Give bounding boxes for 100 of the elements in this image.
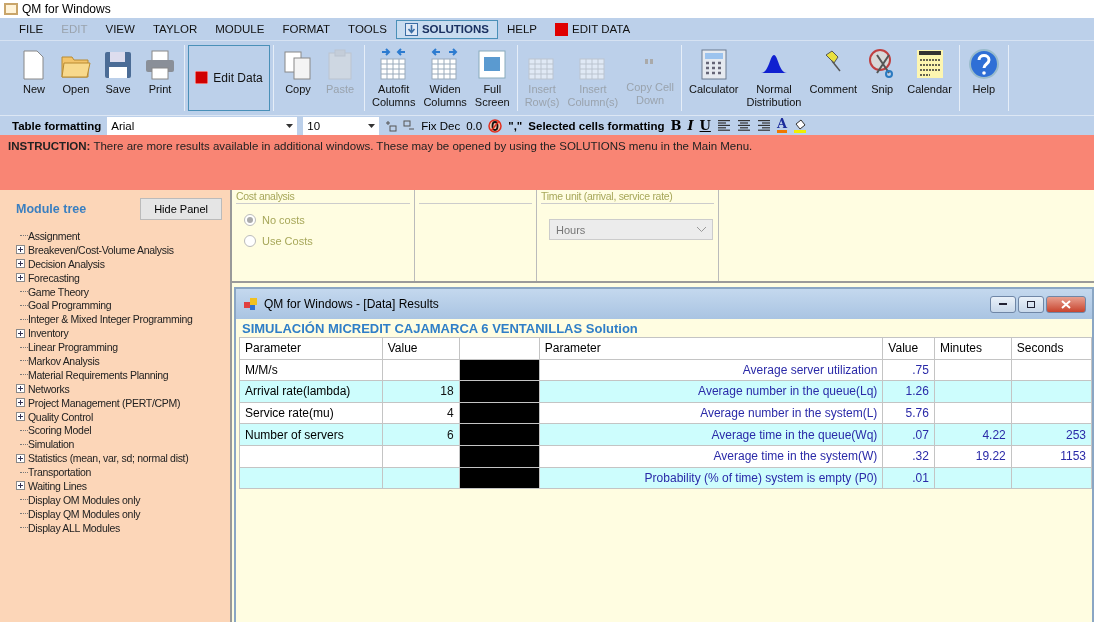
column-header: Value xyxy=(882,337,935,360)
radio-label: No costs xyxy=(262,213,305,226)
expand-icon xyxy=(16,453,25,463)
tree-item[interactable]: Material Requirements Planning xyxy=(28,368,169,381)
toolbar-button[interactable]: Open xyxy=(55,45,97,111)
tree-item[interactable]: Display ALL Modules xyxy=(28,521,120,534)
tree-item[interactable]: Quality Control xyxy=(28,410,93,423)
table-cell: Average server utilization xyxy=(539,359,883,381)
radio-label: Use Costs xyxy=(262,234,313,247)
toolbar-button[interactable]: "," xyxy=(508,119,523,132)
arrow-down-icon xyxy=(404,22,418,36)
toolbar-button[interactable]: Normal Distribution xyxy=(742,45,806,111)
window-title: QM for Windows xyxy=(22,2,111,16)
tree-item[interactable]: Inventory xyxy=(28,327,69,340)
toolbar-button[interactable]: Autofit Columns xyxy=(368,45,420,111)
close-button[interactable] xyxy=(1046,295,1086,313)
table-cell: M/M/s xyxy=(239,359,383,381)
tree-item[interactable]: Markov Analysis xyxy=(28,354,100,367)
tree-item[interactable]: Forecasting xyxy=(28,271,80,284)
toolbar-button[interactable]: Print xyxy=(139,45,181,111)
toolbar-button[interactable]: New xyxy=(13,45,55,111)
column-header: Minutes xyxy=(934,337,1012,360)
menu-item[interactable]: VIEW xyxy=(96,20,144,38)
tree-item[interactable]: Display QM Modules only xyxy=(28,507,141,520)
toolbar-label: Selected cells formatting xyxy=(528,119,665,132)
expand-icon xyxy=(16,384,25,394)
quote-icon xyxy=(645,59,656,65)
tree-item[interactable]: Assignment xyxy=(28,229,80,242)
toolbar-button[interactable]: Widen Columns xyxy=(419,45,471,111)
increase-decimal-icon xyxy=(385,119,398,132)
tree-item[interactable]: Display OM Modules only xyxy=(28,493,141,506)
instruction-text: INSTRUCTION: There are more results available in additional windows. These may be opened by using the SOLUTIONS menu in the Main Menu. xyxy=(0,135,1094,190)
restore-icon xyxy=(1027,300,1035,308)
table-cell: Average number in the queue(Lq) xyxy=(539,380,883,403)
toolbar-button[interactable]: Help xyxy=(962,45,1005,111)
toolbar-button[interactable]: Copy xyxy=(277,45,319,111)
chevron-icon xyxy=(697,227,706,232)
tree-item[interactable]: Breakeven/Cost-Volume Analysis xyxy=(28,243,174,256)
toolbar-label: Table formatting xyxy=(12,119,102,132)
decrease-decimal-icon xyxy=(403,119,416,132)
square-icon xyxy=(555,22,569,36)
menu-item[interactable]: TAYLOR xyxy=(143,20,207,38)
caret-icon xyxy=(286,123,294,128)
hide-panel-button[interactable]: Hide Panel xyxy=(140,198,222,220)
toolbar-button[interactable]: Calendar xyxy=(903,45,956,111)
restore-button[interactable] xyxy=(1018,295,1044,313)
table-cell: Average number in the system(L) xyxy=(539,402,883,424)
app-icon xyxy=(244,298,258,310)
toolbar-button[interactable]: Calculator xyxy=(684,45,743,111)
tree-item[interactable]: Waiting Lines xyxy=(28,479,87,492)
menu-item[interactable]: EDIT DATA xyxy=(546,19,640,39)
menu-item[interactable]: SOLUTIONS xyxy=(395,19,498,39)
toolbar-button[interactable]: Comment xyxy=(805,45,862,111)
tree-item[interactable]: Goal Programming xyxy=(28,299,112,312)
underline-button[interactable]: U xyxy=(699,118,711,133)
toolbar-button[interactable]: Edit Data xyxy=(188,45,270,111)
table-cell: Probability (% of time) system is empty (P0) xyxy=(539,467,883,489)
size-select[interactable]: 10 xyxy=(303,116,380,135)
bold-button[interactable]: B xyxy=(670,118,682,133)
expand-icon xyxy=(16,328,25,338)
menu-item[interactable]: FILE xyxy=(10,20,53,38)
tree-item[interactable]: Networks xyxy=(28,382,70,395)
expand-icon xyxy=(16,412,25,421)
minimize-button[interactable] xyxy=(990,295,1016,313)
minimize-icon xyxy=(999,302,1007,306)
radio-button[interactable] xyxy=(244,213,256,226)
time-unit-dropdown[interactable]: Hours xyxy=(549,219,713,240)
toolbar-button[interactable]: Full Screen xyxy=(470,45,514,111)
tree-item[interactable]: Scoring Model xyxy=(28,424,92,437)
caret-icon xyxy=(368,123,376,128)
font-select[interactable]: Arial xyxy=(107,116,298,135)
table-cell: Average time in the system(W) xyxy=(539,445,883,468)
help-icon xyxy=(966,47,1001,81)
tree-item[interactable]: Simulation xyxy=(28,438,75,451)
align-right-icon xyxy=(756,119,771,132)
tree-item[interactable]: Game Theory xyxy=(28,285,89,298)
italic-button[interactable]: I xyxy=(687,118,694,133)
table-cell: Number of servers xyxy=(239,423,383,446)
menu-item[interactable]: TOOLS xyxy=(339,20,396,38)
tree-item[interactable]: Project Management (PERT/CPM) xyxy=(28,396,181,409)
app-icon xyxy=(4,3,18,15)
group-title: Time unit (arrival, service rate) xyxy=(541,190,714,204)
no-zero-icon xyxy=(488,118,503,133)
toolbar-button[interactable]: Snip xyxy=(861,45,904,111)
toolbar-button[interactable]: Save xyxy=(97,45,139,111)
expand-icon xyxy=(16,259,25,269)
results-heading: SIMULACIÓN MICREDIT CAJAMARCA 6 VENTANILLAS Solution xyxy=(241,320,639,337)
tree-item[interactable]: Statistics (mean, var, sd; normal dist) xyxy=(28,452,189,465)
menu-item[interactable]: MODULE xyxy=(206,20,274,38)
align-left-icon xyxy=(716,119,731,132)
menu-item[interactable]: HELP xyxy=(498,20,547,38)
menu-item[interactable]: FORMAT xyxy=(273,20,340,38)
radio-button[interactable] xyxy=(244,234,256,247)
toolbar-button[interactable]: Fix Dec xyxy=(421,119,461,132)
tree-item[interactable]: Integer & Mixed Integer Programming xyxy=(28,313,193,326)
panel-title: Module tree xyxy=(16,202,87,216)
tree-item[interactable]: Linear Programming xyxy=(28,341,118,354)
tree-item[interactable]: Decision Analysis xyxy=(28,257,105,270)
tree-item[interactable]: Transportation xyxy=(28,466,92,479)
toolbar-button[interactable]: 0.0 xyxy=(466,119,483,132)
